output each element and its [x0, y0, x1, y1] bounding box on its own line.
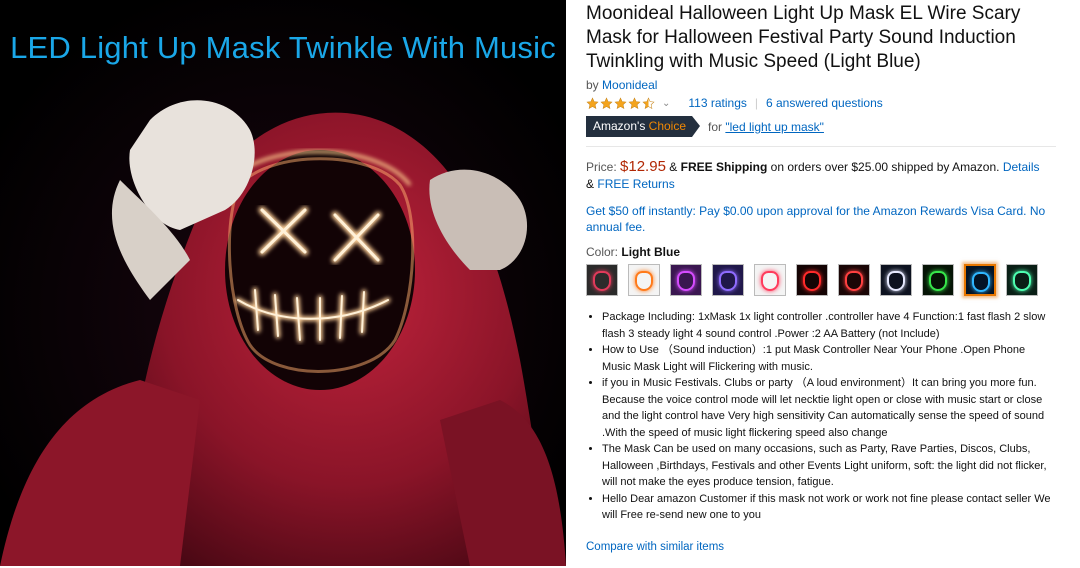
color-swatch-mint[interactable] — [1006, 264, 1038, 296]
star-rating[interactable] — [586, 96, 656, 110]
color-swatch-multicolor[interactable] — [586, 264, 618, 296]
rating-row: ⌄ 113 ratings | 6 answered questions — [586, 94, 1056, 112]
choice-query-link[interactable]: "led light up mask" — [725, 120, 824, 134]
color-value: Light Blue — [621, 245, 681, 259]
free-shipping-label: FREE Shipping — [680, 160, 768, 174]
color-selector-label: Color: Light Blue — [586, 245, 1056, 259]
shipping-details-link[interactable]: Details — [1003, 160, 1040, 174]
feature-bullets: Package Including: 1xMask 1x light contr… — [586, 309, 1056, 524]
amazons-choice-row: Amazon's Choice for "led light up mask" — [586, 116, 1056, 137]
star-full-icon — [600, 96, 613, 109]
mask-thumbnail-icon — [635, 271, 653, 291]
mask-thumbnail-icon — [803, 271, 821, 291]
color-label: Color: — [586, 245, 619, 259]
color-swatch-green[interactable] — [922, 264, 954, 296]
price-value: $12.95 — [620, 158, 666, 175]
by-label: by — [586, 78, 599, 92]
mask-thumbnail-icon — [719, 271, 737, 291]
star-full-icon — [628, 96, 641, 109]
divider — [586, 146, 1056, 147]
product-main-image[interactable]: LED Light Up Mask Twinkle With Music — [0, 0, 566, 566]
mask-thumbnail-icon — [929, 271, 947, 291]
brand-link[interactable]: Moonideal — [602, 78, 657, 92]
price-label: Price: — [586, 160, 617, 174]
feature-bullet: How to Use （Sound induction）:1 put Mask … — [602, 342, 1056, 375]
mask-thumbnail-icon — [972, 272, 990, 292]
color-swatch-purple[interactable] — [670, 264, 702, 296]
badge-tip — [692, 116, 701, 137]
feature-bullet: The Mask Can be used on many occasions, … — [602, 441, 1056, 491]
badge-choice-word: Choice — [648, 119, 687, 133]
separator: | — [754, 96, 758, 110]
mask-thumbnail-icon — [593, 271, 611, 291]
compare-similar-link[interactable]: Compare with similar items — [586, 541, 1056, 553]
color-swatches — [586, 264, 1056, 296]
star-half-icon — [642, 96, 655, 109]
shipping-amp: & — [669, 160, 678, 174]
color-swatch-red[interactable] — [796, 264, 828, 296]
chevron-down-icon[interactable]: ⌄ — [662, 98, 670, 109]
color-swatch-orange[interactable] — [628, 264, 660, 296]
ratings-link[interactable]: 113 ratings — [688, 96, 746, 110]
image-caption: LED Light Up Mask Twinkle With Music — [10, 30, 556, 65]
byline: by Moonideal — [586, 78, 1056, 92]
badge-prefix: Amazon's — [593, 119, 646, 133]
star-full-icon — [614, 96, 627, 109]
mask-thumbnail-icon — [845, 271, 863, 291]
free-returns-link[interactable]: FREE Returns — [597, 177, 674, 191]
color-swatch-light-blue[interactable] — [964, 264, 996, 296]
returns-amp: & — [586, 177, 595, 191]
mask-thumbnail-icon — [887, 271, 905, 291]
choice-for: for "led light up mask" — [708, 120, 824, 134]
questions-link[interactable]: 6 answered questions — [766, 96, 883, 110]
color-swatch-dark-red[interactable] — [838, 264, 870, 296]
product-details: Moonideal Halloween Light Up Mask EL Wir… — [586, 0, 1056, 553]
shipping-terms: on orders over $25.00 shipped by Amazon. — [770, 160, 1000, 174]
color-swatch-white[interactable] — [880, 264, 912, 296]
feature-bullet: Hello Dear amazon Customer if this mask … — [602, 491, 1056, 524]
price-block: Price: $12.95 & FREE Shipping on orders … — [586, 158, 1056, 193]
rewards-card-promo[interactable]: Get $50 off instantly: Pay $0.00 upon ap… — [586, 203, 1056, 235]
feature-bullet: if you in Music Festivals. Clubs or part… — [602, 375, 1056, 441]
choice-for-prefix: for — [708, 119, 723, 134]
product-title: Moonideal Halloween Light Up Mask EL Wir… — [586, 3, 1021, 72]
amazons-choice-badge[interactable]: Amazon's Choice — [586, 116, 693, 137]
mask-thumbnail-icon — [1013, 271, 1031, 291]
feature-bullet: Package Including: 1xMask 1x light contr… — [602, 309, 1056, 342]
color-swatch-pink[interactable] — [754, 264, 786, 296]
mask-thumbnail-icon — [677, 271, 695, 291]
mask-thumbnail-icon — [761, 271, 779, 291]
color-swatch-violet[interactable] — [712, 264, 744, 296]
star-full-icon — [586, 96, 599, 109]
hooded-mask-illustration — [0, 0, 566, 566]
